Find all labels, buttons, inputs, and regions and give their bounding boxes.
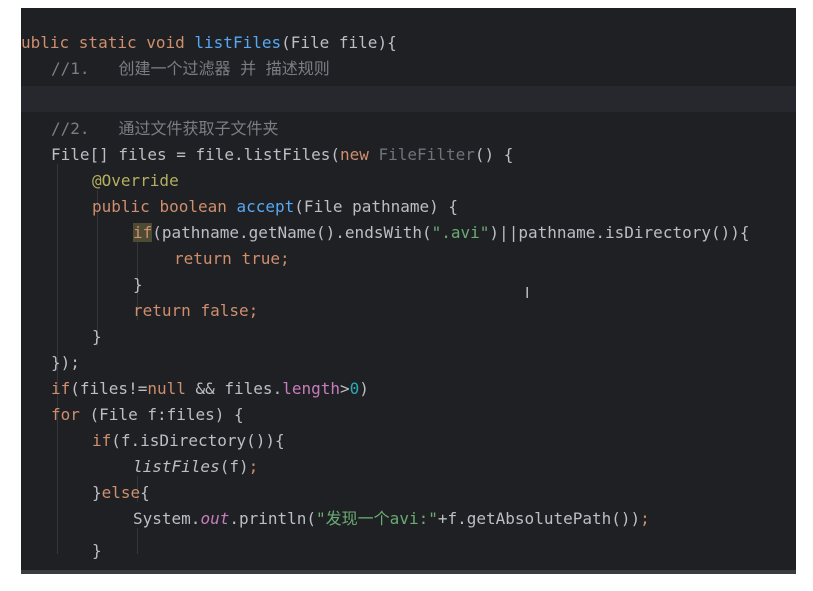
code-line: if(files!=null && files.length>0)	[51, 376, 369, 402]
code-token: //2.	[51, 119, 119, 138]
code-token: }	[92, 483, 102, 502]
code-line: File[] files = file.listFiles(new FileFi…	[51, 142, 513, 168]
text-cursor-icon: I	[525, 284, 530, 302]
code-token: 0	[349, 379, 360, 398]
code-token: ;	[640, 509, 650, 528]
code-line: for (File f:files) {	[51, 402, 244, 428]
code-comment-line: //2. 通过文件获取子文件夹	[51, 116, 278, 142]
code-token: out	[200, 509, 230, 528]
code-line: public boolean accept(File pathname) {	[92, 194, 458, 220]
code-line: });	[51, 350, 80, 376]
code-line: }	[133, 272, 143, 298]
code-token: false	[200, 301, 249, 320]
code-token: //1.	[51, 59, 119, 78]
code-token: public	[92, 197, 160, 216]
code-line: System.out.println("发现一个avi:"+f.getAbsol…	[133, 506, 650, 532]
code-token: void	[146, 33, 195, 52]
code-token: 通过文件获取子文件夹	[118, 119, 279, 138]
code-token: if	[92, 431, 112, 450]
code-token: listFiles	[133, 457, 220, 476]
code-token: if	[133, 223, 153, 242]
code-token: FileFilter	[378, 145, 475, 164]
code-token: null	[147, 379, 196, 398]
code-token: }	[92, 327, 102, 346]
code-token: listFiles	[194, 33, 282, 52]
code-token: }	[92, 541, 102, 560]
code-token: (files!=	[70, 379, 148, 398]
code-token: ublic	[21, 33, 79, 52]
code-token: (pathname.getName().endsWith(	[152, 223, 432, 242]
code-comment-line: //1. 创建一个过滤器 并 描述规则	[51, 56, 330, 82]
code-token: (File file){	[281, 33, 397, 52]
code-line: }	[92, 324, 102, 350]
code-token: length	[282, 379, 340, 398]
code-line: }	[92, 538, 102, 564]
code-token: }	[133, 275, 143, 294]
code-token: (f.isDirectory()){	[111, 431, 285, 450]
code-token: ;	[248, 301, 259, 320]
code-line: ublic static void listFiles(File file){	[21, 30, 397, 56]
code-token: File[] files = file.listFiles(	[51, 145, 340, 164]
code-token: )	[359, 379, 369, 398]
code-token: (File f:files) {	[89, 405, 244, 424]
code-line: if(pathname.getName().endsWith(".avi")||…	[133, 220, 750, 246]
current-line-highlight	[21, 86, 796, 112]
code-token: ;	[248, 457, 259, 476]
code-token: new	[339, 145, 379, 164]
code-token: static	[78, 33, 147, 52]
code-token: (File pathname) {	[294, 197, 459, 216]
code-token: if	[51, 379, 71, 398]
code-editor[interactable]: ublic static void listFiles(File file){ …	[21, 8, 796, 574]
code-token: +f.getAbsolutePath())	[437, 509, 641, 528]
code-token: ".avi"	[431, 223, 490, 242]
code-token: accept	[236, 197, 295, 216]
code-token: && files.	[195, 379, 283, 398]
code-token: {	[140, 483, 150, 502]
code-line: return false;	[133, 298, 258, 324]
code-token: return	[133, 301, 201, 320]
code-token: ;	[279, 249, 290, 268]
code-token: });	[51, 353, 80, 372]
code-token: else	[101, 483, 141, 502]
code-token: return	[174, 249, 242, 268]
annotation-line: @Override	[92, 168, 179, 194]
code-token: 创建一个过滤器 并 描述规则	[118, 59, 330, 78]
code-token: boolean	[159, 197, 237, 216]
code-line: return true;	[174, 246, 290, 272]
code-line: if(f.isDirectory()){	[92, 428, 285, 454]
code-token: "发现一个avi:"	[316, 509, 438, 528]
code-line: }else{	[92, 480, 150, 506]
code-token: () {	[474, 145, 514, 164]
code-token: for	[51, 405, 90, 424]
code-token: System.	[133, 509, 201, 528]
code-token: >	[340, 379, 350, 398]
code-token: )||pathname.isDirectory()){	[489, 223, 750, 242]
code-token: @Override	[92, 171, 179, 190]
code-token: (f)	[219, 457, 249, 476]
code-line: listFiles(f);	[133, 454, 258, 480]
code-token: true	[241, 249, 280, 268]
editor-bottom-edge	[21, 570, 796, 574]
code-token: .println(	[229, 509, 317, 528]
